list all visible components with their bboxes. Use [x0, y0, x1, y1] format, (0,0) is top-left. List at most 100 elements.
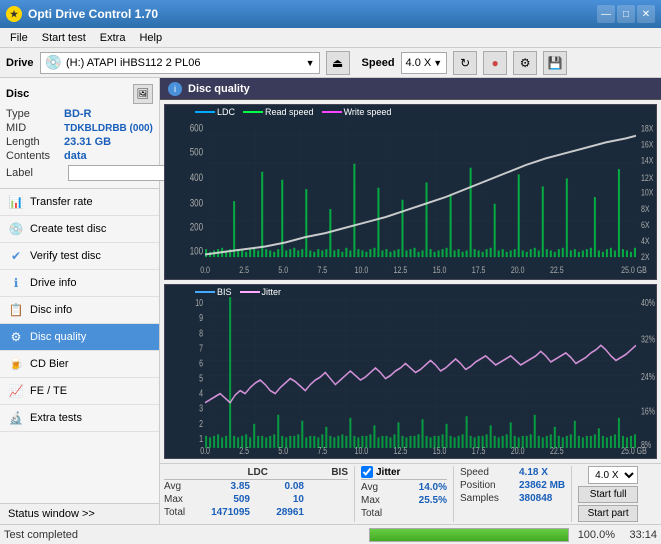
jitter-max-label: Max — [361, 495, 393, 506]
max-ldc-value: 509 — [200, 494, 250, 505]
speed-position-block: Speed 4.18 X Position 23862 MB Samples 3… — [453, 466, 565, 522]
disc-contents-label: Contents — [6, 150, 64, 162]
title-controls: — □ ✕ — [597, 5, 655, 23]
refresh-button[interactable]: ↻ — [453, 51, 477, 75]
status-window-label: Status window >> — [8, 508, 95, 520]
samples-row: Samples 380848 — [460, 492, 565, 505]
save-button[interactable]: 💾 — [543, 51, 567, 75]
status-window-button[interactable]: Status window >> — [0, 504, 159, 524]
svg-text:15.0: 15.0 — [433, 265, 447, 275]
disc-length-label: Length — [6, 136, 64, 148]
sidebar-item-extra-tests[interactable]: 🔬 Extra tests — [0, 405, 159, 432]
disc-quality-header: i Disc quality — [160, 78, 661, 100]
minimize-button[interactable]: — — [597, 5, 615, 23]
sidebar-item-fe-te[interactable]: 📈 FE / TE — [0, 378, 159, 405]
jitter-checkbox[interactable] — [361, 466, 373, 478]
jitter-avg-value: 14.0% — [397, 482, 447, 493]
legend-write-speed: Write speed — [322, 107, 392, 117]
sidebar-item-drive-info[interactable]: ℹ Drive info — [0, 270, 159, 297]
elapsed-time: 33:14 — [621, 529, 657, 541]
jitter-max-row: Max 25.5% — [361, 494, 447, 507]
speed-header-row: Speed 4.18 X — [460, 466, 565, 479]
sidebar-label-extra-tests: Extra tests — [30, 412, 82, 424]
sidebar-item-disc-info[interactable]: 📋 Disc info — [0, 297, 159, 324]
close-button[interactable]: ✕ — [637, 5, 655, 23]
svg-text:600: 600 — [190, 123, 203, 135]
position-row: Position 23862 MB — [460, 479, 565, 492]
eject-button[interactable]: ⏏ — [326, 51, 350, 75]
drive-value: (H:) ATAPI iHBS112 2 PL06 — [66, 57, 201, 69]
start-part-button[interactable]: Start part — [578, 505, 638, 522]
transfer-rate-icon: 📊 — [8, 194, 24, 210]
total-label: Total — [164, 507, 196, 518]
avg-bis-value: 0.08 — [254, 481, 304, 492]
ldc-bis-table: LDC BIS Avg 3.85 0.08 Max 509 10 Total 1… — [164, 466, 348, 522]
svg-text:24%: 24% — [641, 370, 655, 382]
menu-bar: File Start test Extra Help — [0, 28, 661, 48]
legend-ldc-label: LDC — [217, 107, 235, 117]
sidebar-item-cd-bier[interactable]: 🍺 CD Bier — [0, 351, 159, 378]
svg-text:200: 200 — [190, 221, 203, 233]
status-text: Test completed — [4, 529, 363, 541]
svg-text:10.0: 10.0 — [355, 265, 369, 275]
progress-bar-fill — [370, 529, 568, 541]
svg-text:400: 400 — [190, 172, 203, 184]
speed-value: 4.0 X — [406, 57, 432, 69]
maximize-button[interactable]: □ — [617, 5, 635, 23]
content-panel: i Disc quality LDC Read speed — [160, 78, 661, 524]
disc-info-panel: Disc 🖼 Type BD-R MID TDKBLDRBB (000) Len… — [0, 78, 159, 189]
menu-start-test[interactable]: Start test — [36, 31, 92, 45]
cd-bier-icon: 🍺 — [8, 356, 24, 372]
chart1-svg: 600 500 400 300 200 100 18X 16X 14X 12X … — [165, 105, 656, 279]
speed-dropdown-arrow: ▼ — [433, 58, 442, 68]
disc-color-button[interactable]: ● — [483, 51, 507, 75]
disc-quality-icon: ⚙ — [8, 329, 24, 345]
svg-text:20.0: 20.0 — [511, 265, 525, 275]
sidebar-item-transfer-rate[interactable]: 📊 Transfer rate — [0, 189, 159, 216]
disc-length-value: 23.31 GB — [64, 136, 111, 148]
svg-text:500: 500 — [190, 147, 203, 159]
main-layout: Disc 🖼 Type BD-R MID TDKBLDRBB (000) Len… — [0, 78, 661, 524]
drive-selector[interactable]: 💿 (H:) ATAPI iHBS112 2 PL06 ▼ — [40, 52, 320, 74]
speed-control-select[interactable]: 4.0 X 2.0 X 8.0 X — [588, 466, 638, 484]
jitter-total-row: Total — [361, 507, 447, 520]
svg-text:12.5: 12.5 — [394, 444, 408, 456]
sidebar-item-verify-test-disc[interactable]: ✔ Verify test disc — [0, 243, 159, 270]
start-full-button[interactable]: Start full — [578, 486, 638, 503]
sidebar-item-create-test-disc[interactable]: 💿 Create test disc — [0, 216, 159, 243]
speed-actual-value: 4.18 X — [519, 467, 548, 478]
disc-mid-value: TDKBLDRBB (000) — [64, 123, 153, 134]
position-label: Position — [460, 480, 515, 491]
fe-te-icon: 📈 — [8, 383, 24, 399]
drive-info-icon: ℹ — [8, 275, 24, 291]
speed-header-label: Speed — [460, 467, 515, 478]
legend-read-speed-label: Read speed — [265, 107, 314, 117]
svg-text:3: 3 — [199, 402, 203, 414]
jitter-label: Jitter — [376, 467, 400, 478]
legend-read-speed: Read speed — [243, 107, 314, 117]
svg-text:300: 300 — [190, 197, 203, 209]
svg-text:0.0: 0.0 — [200, 265, 210, 275]
speed-selector[interactable]: 4.0 X ▼ — [401, 52, 448, 74]
menu-file[interactable]: File — [4, 31, 34, 45]
speed-label: Speed — [362, 57, 395, 69]
chart2-legend: BIS Jitter — [195, 287, 281, 297]
disc-image-button[interactable]: 🖼 — [133, 84, 153, 104]
jitter-total-label: Total — [361, 508, 393, 519]
svg-text:22.5: 22.5 — [550, 265, 564, 275]
menu-help[interactable]: Help — [133, 31, 168, 45]
disc-type-value: BD-R — [64, 108, 92, 120]
svg-text:4: 4 — [199, 387, 203, 399]
settings-button[interactable]: ⚙ — [513, 51, 537, 75]
disc-length-row: Length 23.31 GB — [6, 136, 153, 148]
svg-text:8X: 8X — [641, 204, 650, 214]
create-test-disc-icon: 💿 — [8, 221, 24, 237]
svg-text:10: 10 — [195, 296, 203, 308]
sidebar-label-fe-te: FE / TE — [30, 385, 67, 397]
speed-control-block: 4.0 X 2.0 X 8.0 X Start full Start part — [571, 466, 638, 522]
sidebar-item-disc-quality[interactable]: ⚙ Disc quality — [0, 324, 159, 351]
jitter-max-value: 25.5% — [397, 495, 447, 506]
disc-quality-header-icon: i — [168, 82, 182, 96]
bis-column-header: BIS — [298, 467, 348, 478]
menu-extra[interactable]: Extra — [94, 31, 132, 45]
